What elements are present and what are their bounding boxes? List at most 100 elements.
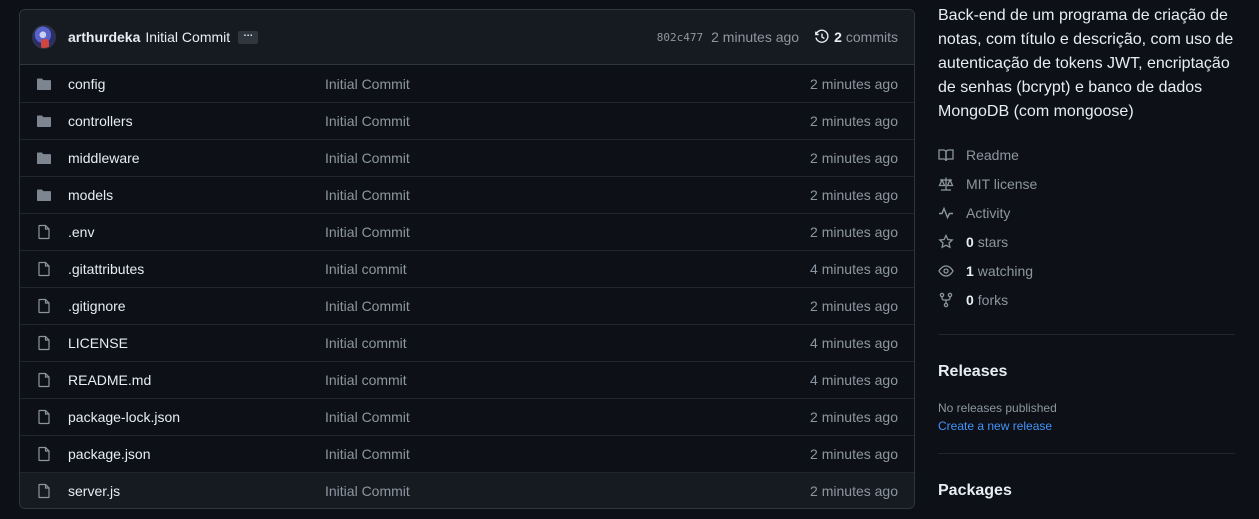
file-commit-age: 4 minutes ago xyxy=(810,261,898,277)
folder-icon xyxy=(37,152,51,164)
commit-author-link[interactable]: arthurdeka xyxy=(68,29,140,45)
stars-link[interactable]: 0 stars xyxy=(938,227,1238,256)
sidebar-divider xyxy=(938,334,1235,335)
file-name-link[interactable]: package-lock.json xyxy=(68,409,325,425)
file-commit-message-link[interactable]: Initial Commit xyxy=(325,76,810,92)
license-link[interactable]: MIT license xyxy=(938,169,1238,198)
file-commit-age: 2 minutes ago xyxy=(810,113,898,129)
folder-icon xyxy=(37,115,51,127)
file-commit-message-link[interactable]: Initial Commit xyxy=(325,150,810,166)
file-row[interactable]: server.js Initial Commit 2 minutes ago xyxy=(20,472,914,508)
file-row[interactable]: LICENSE Initial commit 4 minutes ago xyxy=(20,324,914,361)
latest-commit-bar: arthurdeka Initial Commit … 802c477 2 mi… xyxy=(20,10,914,65)
commit-history-link[interactable]: 2 commits xyxy=(814,29,898,45)
file-row[interactable]: README.md Initial commit 4 minutes ago xyxy=(20,361,914,398)
file-commit-age: 2 minutes ago xyxy=(810,298,898,314)
commits-count: 2 xyxy=(834,29,842,45)
file-commit-age: 2 minutes ago xyxy=(810,150,898,166)
file-name-link[interactable]: package.json xyxy=(68,446,325,462)
file-commit-message-link[interactable]: Initial Commit xyxy=(325,113,810,129)
license-label: MIT license xyxy=(966,175,1038,192)
readme-link[interactable]: Readme xyxy=(938,140,1238,169)
activity-label: Activity xyxy=(966,204,1011,221)
file-commit-message-link[interactable]: Initial Commit xyxy=(325,224,810,240)
file-icon xyxy=(38,409,50,425)
file-name-link[interactable]: .gitignore xyxy=(68,298,325,314)
file-icon xyxy=(38,335,50,351)
file-row[interactable]: .gitignore Initial Commit 2 minutes ago xyxy=(20,287,914,324)
forks-label: forks xyxy=(977,291,1009,308)
folder-icon xyxy=(37,78,51,90)
create-release-link[interactable]: Create a new release xyxy=(938,419,1238,433)
file-name-link[interactable]: .gitattributes xyxy=(68,261,325,277)
history-icon xyxy=(815,29,829,43)
star-icon xyxy=(938,233,954,249)
file-row[interactable]: config Initial Commit 2 minutes ago xyxy=(20,65,914,102)
file-commit-age: 2 minutes ago xyxy=(810,75,898,92)
file-name-link[interactable]: models xyxy=(68,187,325,203)
file-list: config Initial Commit 2 minutes ago control… xyxy=(20,65,914,508)
releases-heading[interactable]: Releases xyxy=(938,363,1238,381)
file-row[interactable]: .gitattributes Initial commit 4 minutes ag… xyxy=(20,250,914,287)
commit-time: 2 minutes ago xyxy=(711,29,800,45)
packages-heading[interactable]: Packages xyxy=(938,482,1238,500)
file-name-link[interactable]: config xyxy=(68,76,325,92)
file-commit-message-link[interactable]: Initial commit xyxy=(325,335,810,351)
file-commit-age: 4 minutes ago xyxy=(810,335,898,351)
sidebar-divider xyxy=(938,453,1235,454)
author-avatar[interactable] xyxy=(32,25,56,49)
watchers-link[interactable]: 1 watching xyxy=(938,256,1238,285)
file-name-link[interactable]: LICENSE xyxy=(68,335,325,351)
file-commit-message-link[interactable]: Initial Commit xyxy=(325,483,810,499)
file-commit-age: 2 minutes ago xyxy=(810,483,898,499)
file-row[interactable]: controllers Initial Commit 2 minutes ago xyxy=(20,102,914,139)
file-commit-age: 4 minutes ago xyxy=(810,372,898,388)
commit-message-link[interactable]: Initial Commit xyxy=(145,29,230,45)
file-commit-age: 2 minutes ago xyxy=(810,446,898,462)
stars-label: stars xyxy=(977,233,1009,250)
stars-count: 0 xyxy=(966,233,974,250)
file-commit-message-link[interactable]: Initial Commit xyxy=(325,187,810,203)
file-icon xyxy=(38,224,50,240)
file-commit-message-link[interactable]: Initial Commit xyxy=(325,409,810,425)
folder-icon xyxy=(37,189,51,201)
pulse-icon xyxy=(939,206,953,219)
file-icon xyxy=(38,298,50,314)
book-icon xyxy=(938,148,954,161)
expand-commit-message-button[interactable]: … xyxy=(238,28,259,44)
file-commit-age: 2 minutes ago xyxy=(810,224,898,240)
about-description: Back-end de um programa de criação de no… xyxy=(938,7,1234,120)
file-row[interactable]: package.json Initial Commit 2 minutes ago xyxy=(20,435,914,472)
file-commit-age: 2 minutes ago xyxy=(810,409,898,425)
readme-label: Readme xyxy=(966,146,1019,163)
forks-link[interactable]: 0 forks xyxy=(938,285,1238,314)
file-name-link[interactable]: middleware xyxy=(68,150,325,166)
commit-sha-link[interactable]: 802c477 xyxy=(657,31,703,44)
file-name-link[interactable]: controllers xyxy=(68,113,325,129)
law-icon xyxy=(938,177,954,191)
file-row[interactable]: package-lock.json Initial Commit 2 minutes… xyxy=(20,398,914,435)
file-icon xyxy=(38,446,50,462)
repo-page: arthurdeka Initial Commit … 802c477 2 mi… xyxy=(0,0,1259,519)
file-commit-message-link[interactable]: Initial Commit xyxy=(325,446,810,462)
file-name-link[interactable]: README.md xyxy=(68,372,325,388)
file-row[interactable]: models Initial Commit 2 minutes ago xyxy=(20,176,914,213)
forks-count: 0 xyxy=(966,291,974,308)
watching-label: watching xyxy=(977,262,1034,279)
file-name-link[interactable]: server.js xyxy=(68,483,325,499)
repo-meta-list: Readme MIT license Activity 0 stars 1 wa… xyxy=(938,140,1238,314)
file-commit-message-link[interactable]: Initial commit xyxy=(325,261,810,277)
file-icon xyxy=(38,372,50,388)
file-icon xyxy=(38,483,50,499)
repo-sidebar: Back-end de um programa de criação de no… xyxy=(938,0,1238,500)
file-browser: arthurdeka Initial Commit … 802c477 2 mi… xyxy=(19,9,915,509)
file-row[interactable]: .env Initial Commit 2 minutes ago xyxy=(20,213,914,250)
file-name-link[interactable]: .env xyxy=(68,224,325,240)
commits-label: commits xyxy=(845,29,898,45)
fork-icon xyxy=(939,292,953,307)
activity-link[interactable]: Activity xyxy=(938,198,1238,227)
eye-icon xyxy=(938,264,954,277)
file-commit-message-link[interactable]: Initial commit xyxy=(325,372,810,388)
file-commit-message-link[interactable]: Initial Commit xyxy=(325,298,810,314)
file-row[interactable]: middleware Initial Commit 2 minutes ago xyxy=(20,139,914,176)
